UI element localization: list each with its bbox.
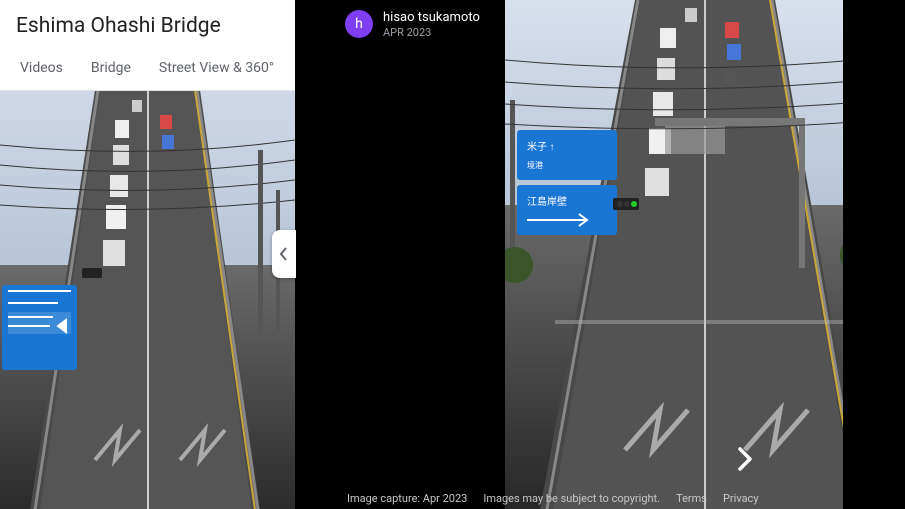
tab-streetview[interactable]: Street View & 360°	[145, 48, 288, 90]
privacy-link[interactable]: Privacy	[723, 492, 759, 505]
tab-bridge[interactable]: Bridge	[77, 48, 145, 90]
tabs-row: Videos Bridge Street View & 360°	[0, 48, 295, 91]
author-name[interactable]: hisao tsukamoto	[383, 10, 480, 26]
left-panel: Eshima Ohashi Bridge Videos Bridge Stree…	[0, 0, 295, 509]
left-thumbnail[interactable]	[0, 91, 295, 509]
avatar[interactable]: h	[345, 10, 373, 38]
chevron-left-icon	[279, 247, 289, 261]
svg-text:江島岸壁: 江島岸壁	[527, 195, 567, 208]
tab-videos[interactable]: Videos	[6, 48, 77, 90]
copyright-label: Images may be subject to copyright.	[483, 492, 660, 505]
photo-footer: Image capture: Apr 2023 Images may be su…	[347, 492, 759, 505]
next-photo-button[interactable]	[725, 439, 765, 479]
terms-link[interactable]: Terms	[676, 492, 707, 505]
attribution-text: hisao tsukamoto APR 2023	[383, 10, 480, 39]
capture-date-label: Image capture: Apr 2023	[347, 492, 467, 505]
photo-date: APR 2023	[383, 26, 480, 39]
photo-attribution[interactable]: h hisao tsukamoto APR 2023	[345, 10, 480, 39]
page-title: Eshima Ohashi Bridge	[0, 0, 295, 48]
viewer-right-margin	[843, 0, 905, 509]
viewer-left-margin	[295, 0, 505, 509]
svg-text:米子 ↑: 米子 ↑	[527, 140, 554, 153]
collapse-panel-button[interactable]	[272, 230, 296, 278]
chevron-right-icon	[736, 445, 754, 473]
svg-text:境港: 境港	[527, 160, 543, 170]
photo-viewer: h hisao tsukamoto APR 2023	[295, 0, 905, 509]
